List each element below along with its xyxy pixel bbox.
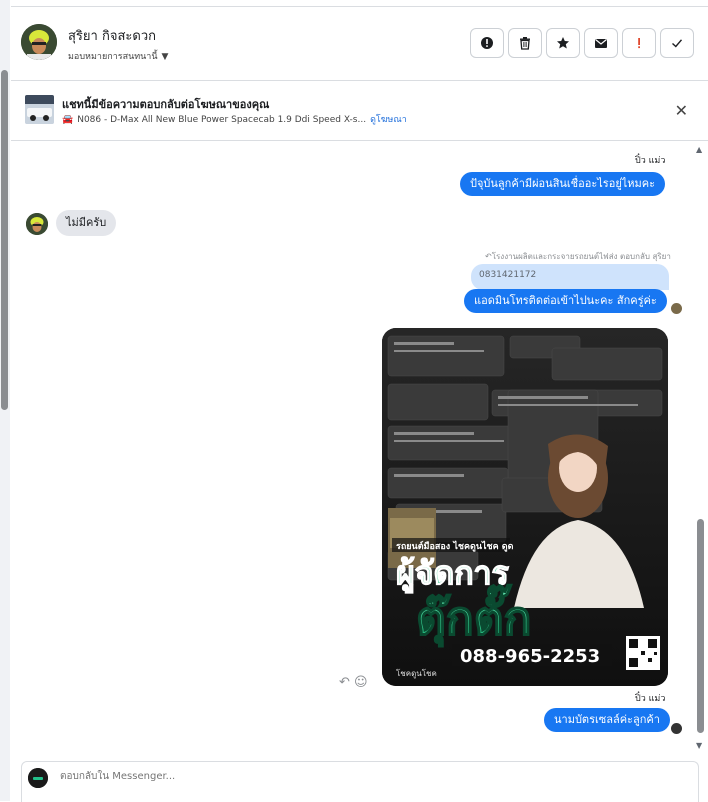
quoted-message[interactable]: 0831421172 (471, 264, 669, 290)
assign-label: มอบหมายการสนทนานี้ (68, 52, 158, 62)
assign-conversation-dropdown[interactable]: มอบหมายการสนทนานี้ ▼ (68, 49, 168, 63)
sender-name: ปิ๋ว แม่ว (635, 694, 666, 704)
reply-reaction-icons[interactable]: ↶ ☺ (339, 675, 368, 690)
reply-context-note: ↶โรงงานผลิตและกระจายรถยนต์ไฟส่ง ตอบกลับ … (485, 252, 671, 261)
thread-scrollbar[interactable]: ▲ ▼ (694, 141, 706, 750)
caret-down-icon: ▼ (161, 52, 169, 62)
card-subheadline: รถยนต์มือสอง ไชคดูนไชค ดูด (396, 540, 514, 552)
outgoing-message[interactable]: นามบัตรเซลล์ค่ะลูกค้า (544, 708, 670, 732)
card-headline-2: ตุ๊กตั๊ก (416, 584, 531, 647)
outgoing-message[interactable]: แอดมินโทรติดต่อเข้าไปนะคะ สักครู่ค่ะ (464, 289, 667, 313)
alert-circle-icon (481, 37, 493, 49)
ad-banner-title: แชทนี้มีข้อความตอบกลับต่อโฆษณาของคุณ (62, 98, 270, 111)
thread-scrollbar-thumb[interactable] (697, 519, 704, 733)
incoming-message[interactable]: ไม่มีครับ (56, 210, 117, 236)
exclamation-icon (638, 38, 640, 49)
emoji-icon[interactable]: ☺ (354, 675, 368, 690)
contact-avatar-small (26, 213, 48, 235)
seen-avatar (671, 303, 682, 314)
mark-done-button[interactable] (660, 28, 694, 58)
seen-avatar (671, 723, 682, 734)
view-ad-link[interactable]: ดูโฆษณา (370, 115, 407, 125)
business-card-image[interactable]: รถยนต์มือสอง ไชคดูนไชค ดูด ผู้จัดการ ตุ๊… (382, 328, 668, 686)
check-icon (672, 39, 683, 48)
contact-name: สุริยา กิจสะดวก (68, 29, 156, 44)
page-avatar (28, 768, 48, 788)
important-button[interactable] (622, 28, 656, 58)
star-button[interactable] (546, 28, 580, 58)
reply-icon[interactable]: ↶ (339, 675, 350, 690)
trash-icon (520, 37, 530, 50)
ad-reply-banner: แชทนี้มีข้อความตอบกลับต่อโฆษณาของคุณ 🚘 N0… (11, 80, 708, 141)
star-icon (557, 37, 569, 49)
left-scrollbar-thumb[interactable] (1, 70, 8, 410)
car-icon: 🚘 (62, 115, 74, 125)
outgoing-message[interactable]: ปัจุบันลูกค้ามีผ่อนสินเชื่ออะไรอยู่ไหมคะ (460, 172, 666, 196)
reply-composer (21, 761, 699, 802)
close-icon[interactable]: ✕ (675, 101, 688, 120)
header-actions (470, 28, 694, 58)
left-scrollbar[interactable] (0, 0, 10, 801)
card-phone: 088-965-2253 (460, 646, 600, 667)
reply-input[interactable] (58, 770, 362, 783)
sender-name: ปิ๋ว แม่ว (635, 156, 666, 166)
ad-thumbnail[interactable] (25, 95, 54, 124)
contact-avatar[interactable] (21, 24, 57, 60)
card-headline-1: ผู้จัดการ (396, 554, 509, 594)
scroll-up-arrow-icon[interactable]: ▲ (696, 145, 702, 154)
ad-product-name: N086 - D-Max All New Blue Power Spacecab… (77, 115, 367, 125)
envelope-icon (595, 39, 607, 48)
ad-product-line: 🚘 N086 - D-Max All New Blue Power Spaceca… (62, 112, 407, 126)
mark-unread-button[interactable] (584, 28, 618, 58)
card-brand: โชคดูนโชค (396, 668, 437, 679)
scroll-down-arrow-icon[interactable]: ▼ (696, 741, 702, 750)
message-thread[interactable]: ปิ๋ว แม่ว ปัจุบันลูกค้ามีผ่อนสินเชื่ออะไ… (11, 141, 695, 756)
spam-button[interactable] (470, 28, 504, 58)
delete-button[interactable] (508, 28, 542, 58)
conversation-header: สุริยา กิจสะดวก มอบหมายการสนทนานี้ ▼ (11, 7, 708, 81)
